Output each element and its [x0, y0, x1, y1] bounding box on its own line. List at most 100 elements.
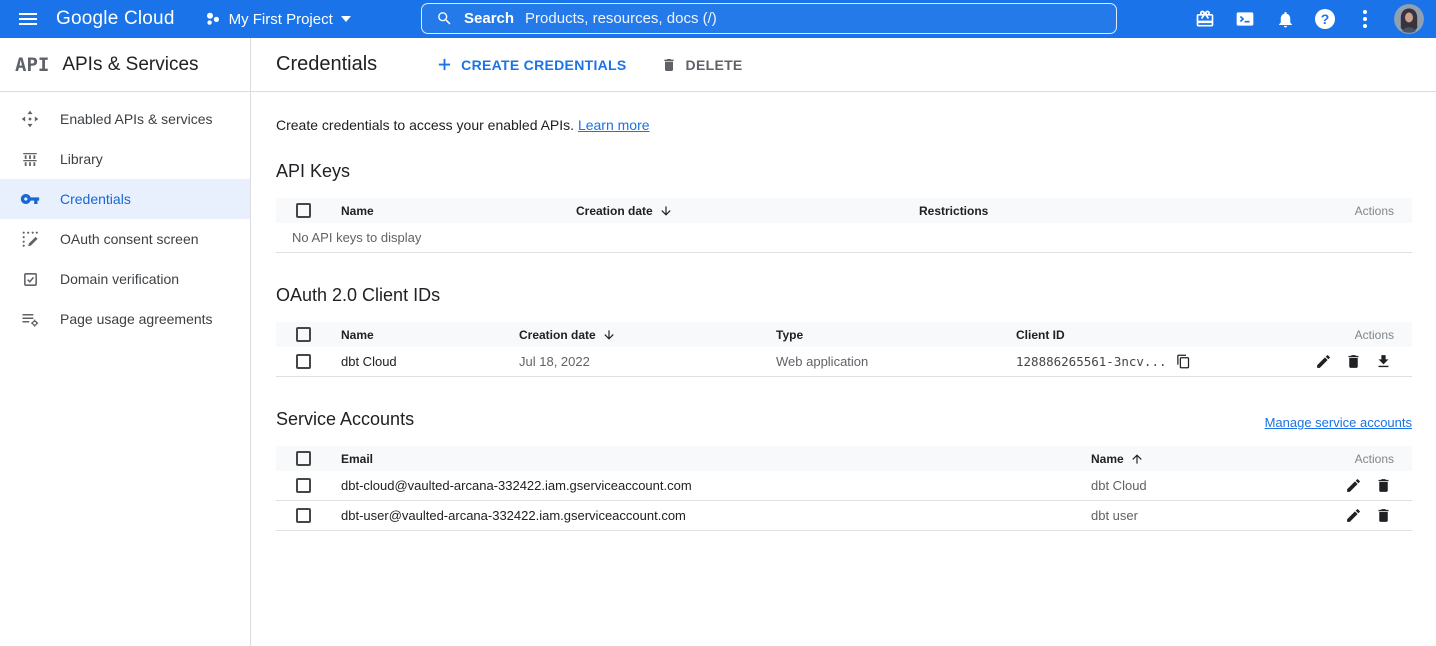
row-checkbox[interactable] — [296, 478, 311, 493]
service-accounts-table: Email Name Actions dbt-cloud@vaulted-arc… — [276, 446, 1412, 531]
edit-icon[interactable] — [1345, 477, 1362, 494]
content: Create credentials to access your enable… — [251, 92, 1436, 531]
chevron-down-icon — [341, 16, 351, 22]
client-id-value: 128886265561-3ncv... — [1016, 354, 1167, 369]
column-header-name[interactable]: Name — [341, 204, 576, 218]
empty-message: No API keys to display — [292, 230, 421, 245]
sidebar: API APIs & Services Enabled APIs & servi… — [0, 38, 251, 646]
key-icon — [19, 189, 41, 209]
delete-icon[interactable] — [1375, 477, 1392, 494]
api-keys-header-row: Name Creation date Restrictions Actions — [276, 198, 1412, 223]
edit-icon[interactable] — [1345, 507, 1362, 524]
service-accounts-title: Service Accounts — [276, 409, 414, 430]
column-header-creation-date[interactable]: Creation date — [576, 204, 919, 218]
plus-icon — [437, 57, 452, 72]
sidebar-item-label: Credentials — [60, 191, 131, 207]
select-all-checkbox[interactable] — [296, 451, 311, 466]
project-name: My First Project — [229, 11, 333, 28]
api-service-logo-icon: API — [15, 54, 49, 76]
main-area: Credentials CREATE CREDENTIALS DELETE Cr… — [251, 38, 1436, 646]
service-account-name: dbt user — [1091, 508, 1332, 523]
project-icon — [205, 11, 221, 27]
column-header-client-id[interactable]: Client ID — [1016, 328, 1302, 342]
library-icon — [19, 150, 41, 168]
question-mark: ? — [1315, 9, 1335, 29]
more-vertical-icon[interactable] — [1348, 2, 1382, 36]
delete-icon[interactable] — [1345, 353, 1362, 370]
delete-icon[interactable] — [1375, 507, 1392, 524]
logo-text: Google Cloud — [56, 8, 175, 29]
intro-sentence: Create credentials to access your enable… — [276, 117, 574, 133]
enabled-apis-icon — [19, 109, 41, 129]
notifications-icon[interactable] — [1268, 2, 1302, 36]
search-placeholder: Products, resources, docs (/) — [525, 10, 717, 27]
select-all-checkbox[interactable] — [296, 203, 311, 218]
oauth-header-row: Name Creation date Type Client ID Action… — [276, 322, 1412, 347]
sort-asc-icon — [1130, 452, 1144, 466]
select-all-checkbox[interactable] — [296, 327, 311, 342]
download-icon[interactable] — [1375, 353, 1392, 370]
service-account-email: dbt-user@vaulted-arcana-332422.iam.gserv… — [341, 508, 1091, 523]
column-header-name[interactable]: Name — [1091, 452, 1332, 466]
page-title: Credentials — [276, 53, 377, 76]
column-header-actions: Actions — [1355, 452, 1412, 466]
sidebar-nav: Enabled APIs & services Library Credenti… — [0, 92, 250, 339]
learn-more-link[interactable]: Learn more — [578, 117, 650, 133]
domain-verification-icon — [19, 271, 41, 288]
column-header-type[interactable]: Type — [776, 328, 1016, 342]
avatar[interactable] — [1394, 4, 1424, 34]
column-header-email[interactable]: Email — [341, 452, 1091, 466]
page-usage-icon — [19, 309, 41, 329]
column-header-name[interactable]: Name — [341, 328, 519, 342]
row-checkbox[interactable] — [296, 354, 311, 369]
edit-icon[interactable] — [1315, 353, 1332, 370]
delete-button[interactable]: DELETE — [661, 57, 743, 73]
column-header-creation-date[interactable]: Creation date — [519, 328, 776, 342]
copy-icon[interactable] — [1176, 354, 1191, 369]
table-row: dbt-user@vaulted-arcana-332422.iam.gserv… — [276, 501, 1412, 531]
gift-icon[interactable] — [1188, 2, 1222, 36]
column-header-actions: Actions — [1355, 204, 1412, 218]
search-input[interactable]: Search Products, resources, docs (/) — [421, 3, 1117, 34]
sidebar-item-enabled-apis[interactable]: Enabled APIs & services — [0, 99, 250, 139]
project-selector[interactable]: My First Project — [205, 11, 351, 28]
service-accounts-header-row: Email Name Actions — [276, 446, 1412, 471]
sidebar-item-page-usage[interactable]: Page usage agreements — [0, 299, 250, 339]
oauth-type: Web application — [776, 354, 1016, 369]
sidebar-title: APIs & Services — [62, 54, 198, 76]
sort-desc-icon — [602, 328, 616, 342]
sidebar-item-label: Library — [60, 151, 103, 167]
menu-icon[interactable] — [0, 0, 56, 38]
trash-icon — [661, 57, 677, 73]
sidebar-item-label: Page usage agreements — [60, 311, 213, 327]
sidebar-item-oauth-consent[interactable]: OAuth consent screen — [0, 219, 250, 259]
search-icon — [436, 10, 453, 27]
sidebar-item-library[interactable]: Library — [0, 139, 250, 179]
google-cloud-logo[interactable]: Google Cloud — [56, 8, 175, 30]
create-credentials-button[interactable]: CREATE CREDENTIALS — [437, 57, 626, 73]
cloud-shell-icon[interactable] — [1228, 2, 1262, 36]
column-header-restrictions[interactable]: Restrictions — [919, 204, 1322, 218]
sidebar-header: API APIs & Services — [0, 38, 250, 92]
sidebar-item-domain-verification[interactable]: Domain verification — [0, 259, 250, 299]
api-keys-empty-row: No API keys to display — [276, 223, 1412, 253]
sort-desc-icon — [659, 204, 673, 218]
row-actions — [1332, 477, 1412, 494]
help-icon[interactable]: ? — [1308, 2, 1342, 36]
sidebar-item-label: Domain verification — [60, 271, 179, 287]
row-actions — [1302, 353, 1412, 370]
oauth-consent-icon — [19, 230, 41, 248]
oauth-table: Name Creation date Type Client ID Action… — [276, 322, 1412, 377]
oauth-title: OAuth 2.0 Client IDs — [276, 285, 1412, 306]
api-keys-table: Name Creation date Restrictions Actions … — [276, 198, 1412, 253]
api-keys-title: API Keys — [276, 161, 1412, 182]
table-row: dbt-cloud@vaulted-arcana-332422.iam.gser… — [276, 471, 1412, 501]
manage-service-accounts-link[interactable]: Manage service accounts — [1265, 415, 1412, 430]
oauth-creation-date: Jul 18, 2022 — [519, 354, 776, 369]
row-checkbox[interactable] — [296, 508, 311, 523]
oauth-client-name: dbt Cloud — [341, 354, 519, 369]
sidebar-item-credentials[interactable]: Credentials — [0, 179, 250, 219]
sidebar-item-label: OAuth consent screen — [60, 231, 199, 247]
service-account-email: dbt-cloud@vaulted-arcana-332422.iam.gser… — [341, 478, 1091, 493]
column-header-actions: Actions — [1355, 328, 1412, 342]
